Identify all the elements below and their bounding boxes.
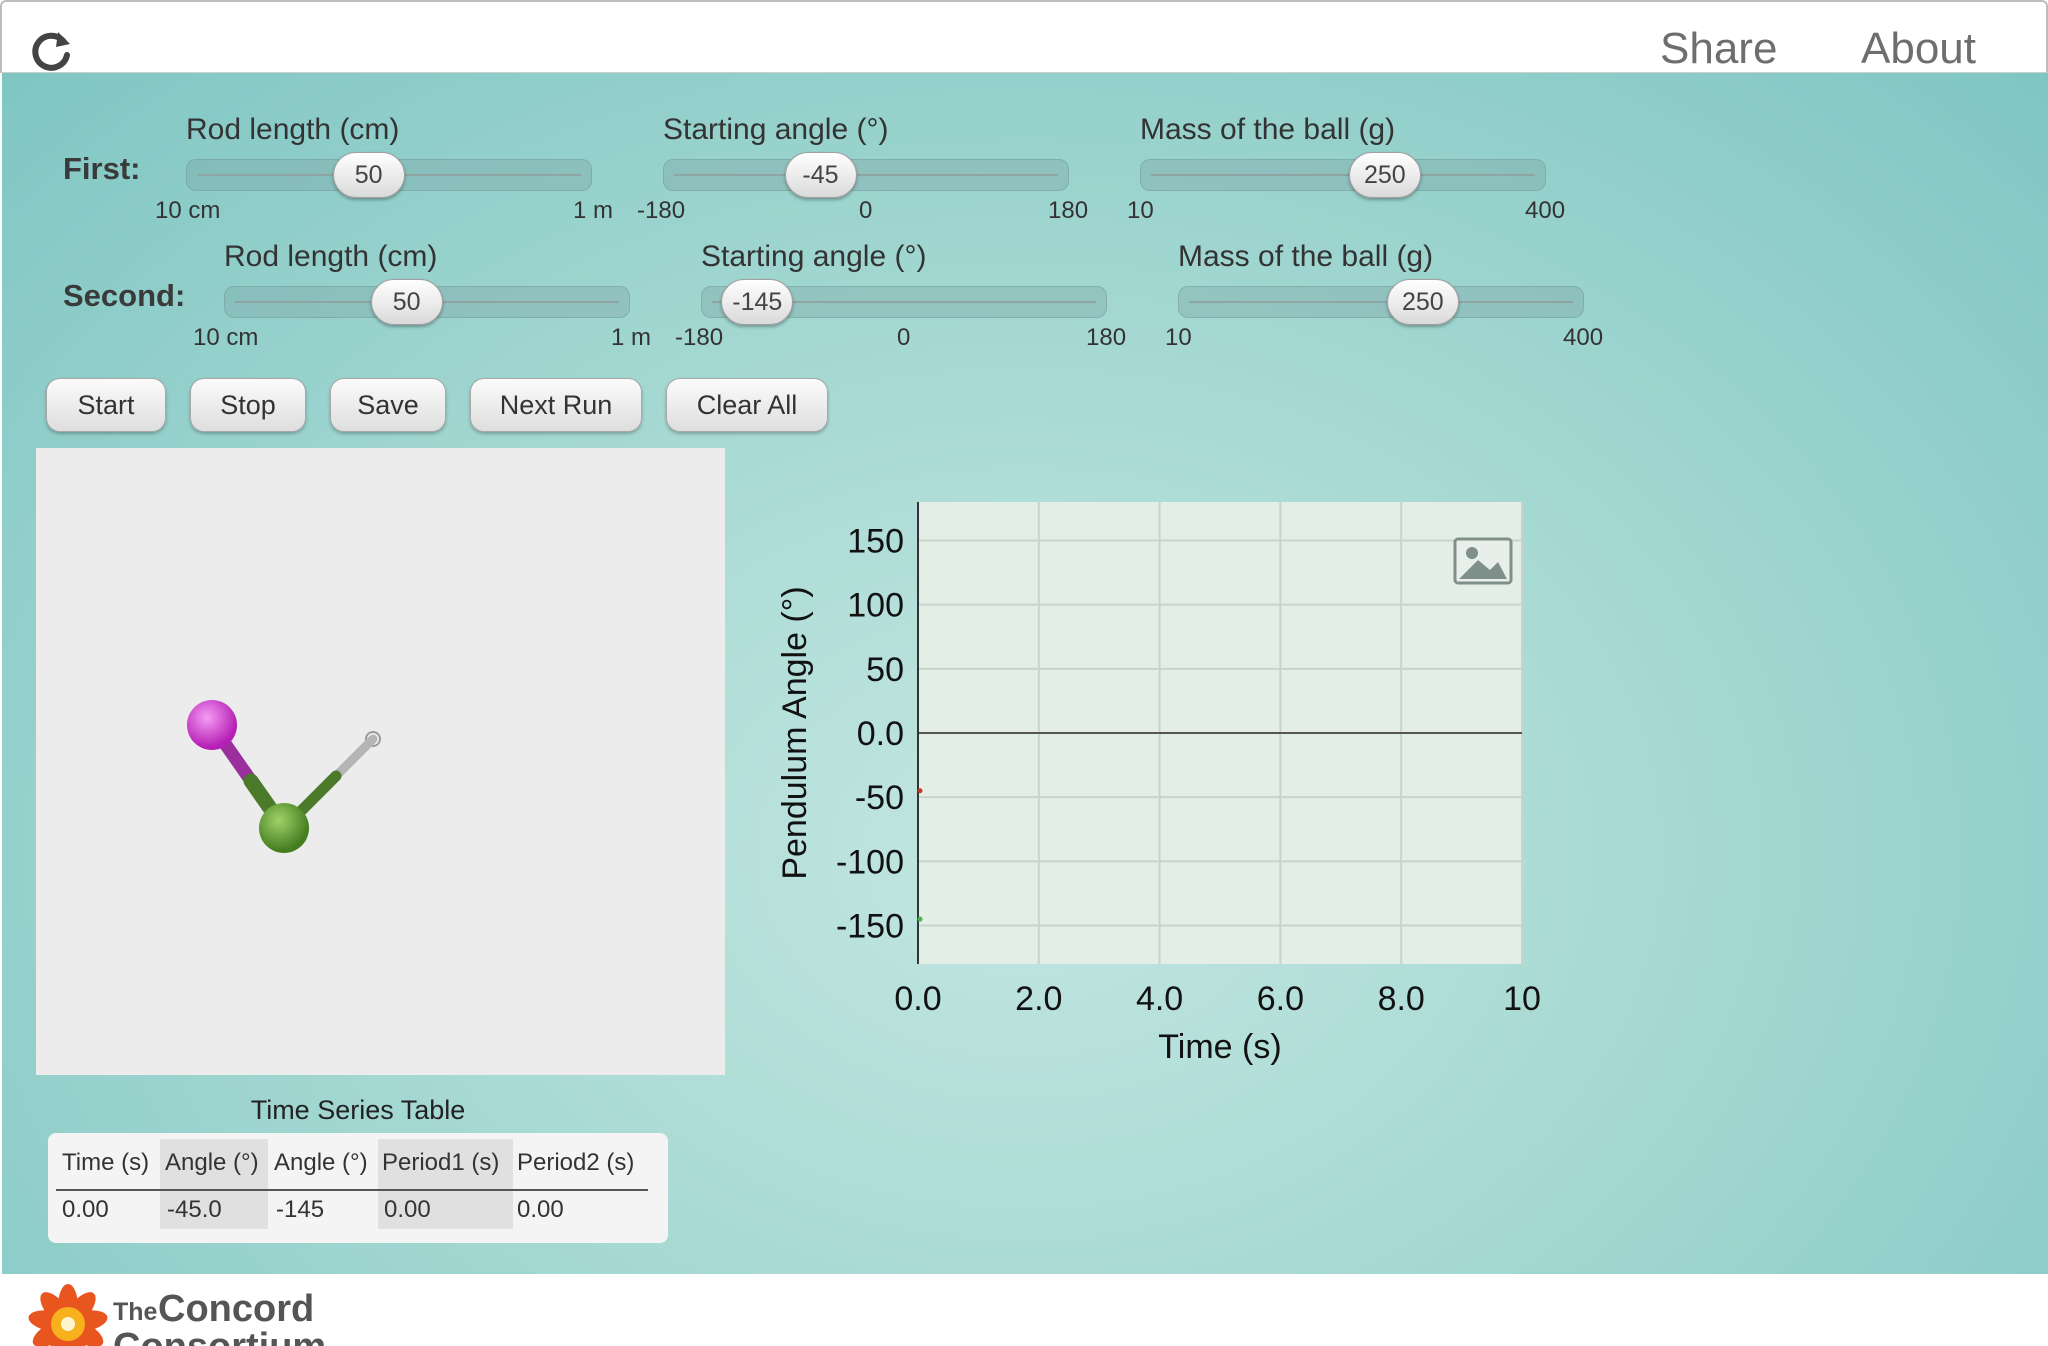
save-button[interactable]: Save [330, 378, 446, 432]
about-link[interactable]: About [1861, 24, 1976, 74]
first-angle-min-label: -180 [637, 197, 686, 224]
reload-icon[interactable] [28, 28, 74, 74]
table-cell: 0.00 [62, 1196, 109, 1223]
table-cell: 0.00 [517, 1196, 564, 1223]
table-cell: -45.0 [167, 1196, 222, 1223]
second-mass-title: Mass of the ball (g) [1178, 240, 1434, 273]
y-tick-label: -50 [855, 779, 904, 817]
second-mass-max-label: 400 [1563, 324, 1604, 351]
second-mass-min-label: 10 [1165, 324, 1192, 351]
x-tick-label: 10 [1503, 980, 1541, 1018]
concord-logo-icon[interactable] [26, 1282, 110, 1346]
table-header: Period2 (s) [517, 1149, 635, 1176]
first-rod-min-label: 10 cm [155, 197, 221, 224]
footer: The Concord Consortium [0, 1274, 2048, 1346]
second-rod-min-label: 10 cm [193, 324, 259, 351]
second-rod-length-title: Rod length (cm) [224, 240, 438, 273]
first-rod-length-thumb[interactable]: 50 [332, 152, 405, 198]
logo-text-small: The [113, 1298, 158, 1326]
table-header: Period1 (s) [382, 1149, 500, 1176]
table-cell: 0.00 [384, 1196, 431, 1223]
first-rod-length-title: Rod length (cm) [186, 113, 400, 146]
second-angle-title: Starting angle (°) [701, 240, 927, 273]
first-rod-length-slider[interactable]: 50 [186, 152, 592, 198]
y-tick-label: -150 [836, 908, 904, 946]
second-angle-slider[interactable]: -145 [701, 279, 1107, 325]
first-angle-title: Starting angle (°) [663, 113, 889, 146]
first-angle-mid-label: 0 [859, 197, 873, 224]
x-tick-label: 4.0 [1136, 980, 1183, 1018]
second-angle-mid-label: 0 [897, 324, 911, 351]
x-axis-label: Time (s) [1158, 1028, 1281, 1066]
angle-time-chart: 150 100 50 0.0 -50 -100 -150 0.0 2.0 4.0 6.0 8.0 10 T… [776, 502, 1541, 1066]
series2-point [917, 916, 923, 922]
second-mass-thumb[interactable]: 250 [1386, 279, 1459, 325]
table-cell: -145 [276, 1196, 325, 1223]
second-angle-thumb[interactable]: -145 [721, 279, 794, 325]
y-tick-label: 0.0 [857, 715, 904, 753]
first-mass-thumb[interactable]: 250 [1348, 152, 1421, 198]
first-mass-max-label: 400 [1525, 197, 1566, 224]
second-rod-max-label: 1 m [611, 324, 652, 351]
table-header: Angle (°) [274, 1149, 368, 1176]
pendulum1-ball [259, 803, 309, 853]
share-link[interactable]: Share [1660, 24, 1777, 74]
series1-point [917, 788, 923, 794]
second-row-label: Second: [63, 278, 186, 313]
first-mass-slider[interactable]: 250 [1140, 152, 1546, 198]
second-mass-slider[interactable]: 250 [1178, 279, 1584, 325]
table-header: Angle (°) [165, 1149, 259, 1176]
y-tick-label: 50 [866, 651, 904, 689]
second-rod-length-thumb[interactable]: 50 [370, 279, 443, 325]
second-rod-length-slider[interactable]: 50 [224, 279, 630, 325]
pendulum2-ball [187, 700, 237, 750]
y-tick-label: -100 [836, 843, 904, 881]
logo-text-line2: Consortium [113, 1328, 326, 1346]
y-tick-label: 100 [847, 587, 904, 625]
x-tick-label: 2.0 [1015, 980, 1062, 1018]
table-header: Time (s) [62, 1149, 150, 1176]
image-export-icon[interactable] [1453, 537, 1513, 585]
top-bar: Share About [0, 0, 2048, 73]
second-angle-max-label: 180 [1086, 324, 1127, 351]
x-tick-label: 6.0 [1257, 980, 1304, 1018]
first-mass-min-label: 10 [1127, 197, 1154, 224]
pendulum-simulation [36, 448, 725, 1075]
next-run-button[interactable]: Next Run [470, 378, 642, 432]
first-row-label: First: [63, 151, 141, 186]
y-tick-label: 150 [847, 523, 904, 561]
first-rod-max-label: 1 m [573, 197, 614, 224]
second-angle-min-label: -180 [675, 324, 724, 351]
time-series-table: Time (s) Angle (°) Angle (°) Period1 (s)… [48, 1133, 668, 1243]
y-axis-label: Pendulum Angle (°) [776, 586, 814, 879]
first-angle-thumb[interactable]: -45 [784, 152, 857, 198]
first-angle-max-label: 180 [1048, 197, 1089, 224]
first-angle-slider[interactable]: -45 [663, 152, 1069, 198]
x-tick-label: 0.0 [894, 980, 941, 1018]
x-tick-label: 8.0 [1378, 980, 1425, 1018]
stop-button[interactable]: Stop [190, 378, 306, 432]
logo-text-line1: Concord [158, 1288, 315, 1330]
table-title: Time Series Table [250, 1095, 466, 1125]
clear-all-button[interactable]: Clear All [666, 378, 828, 432]
first-mass-title: Mass of the ball (g) [1140, 113, 1396, 146]
start-button[interactable]: Start [46, 378, 166, 432]
